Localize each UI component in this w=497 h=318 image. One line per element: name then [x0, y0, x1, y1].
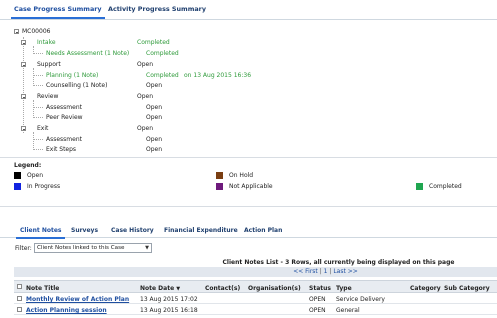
note-title-link[interactable]: Monthly Review of Action Plan [26, 296, 129, 303]
divider [0, 157, 497, 158]
table-header: Note Title Note Date ▼ Contact(s) Organi… [14, 280, 497, 293]
pager-first-link[interactable]: << First [293, 268, 318, 275]
pager: << First | 1 | Last >> [14, 267, 497, 277]
list-info: Client Notes List - 3 Rows, all currentl… [222, 259, 455, 266]
table-row: Action Planning session 13 Aug 2015 16:1… [14, 305, 497, 315]
tree-root-label: MC00006 [22, 28, 51, 35]
column-header-note-date[interactable]: Note Date ▼ [140, 285, 180, 292]
legend-label: Not Applicable [229, 183, 273, 190]
tree-status: Open [146, 146, 163, 153]
tree-status: Open [137, 93, 154, 100]
tab-action-plan[interactable]: Action Plan [244, 227, 282, 234]
tree-status: Open [137, 61, 154, 68]
bottom-tab-bar: Client Notes Surveys Case History Financ… [0, 222, 497, 239]
note-type: General [336, 307, 360, 314]
column-header-label: Note Date [140, 285, 175, 292]
legend-swatch [216, 172, 223, 179]
legend-label: Open [27, 172, 44, 179]
collapse-icon[interactable] [14, 29, 19, 34]
tree-node-exit[interactable]: Exit [37, 124, 48, 133]
note-status: OPEN [309, 307, 326, 314]
collapse-icon[interactable] [21, 126, 26, 131]
tree-status: Completed [146, 72, 179, 79]
collapse-icon[interactable] [21, 40, 26, 45]
tab-surveys[interactable]: Surveys [71, 227, 98, 234]
tree-node-planning[interactable]: Planning (1 Note) [46, 71, 98, 80]
legend-label: Completed [429, 183, 462, 190]
sort-desc-icon: ▼ [176, 286, 181, 292]
tree-node-support[interactable]: Support [37, 60, 61, 69]
legend-label: On Hold [229, 172, 254, 179]
column-header-category[interactable]: Category [410, 285, 441, 292]
column-header-note-title[interactable]: Note Title [26, 285, 59, 292]
tree-status-date: on 13 Aug 2015 16:36 [184, 72, 252, 79]
filter-select-value: Client Notes linked to this Case [37, 245, 125, 251]
tab-case-progress-summary[interactable]: Case Progress Summary [11, 5, 105, 19]
top-tab-bar: Case Progress Summary Activity Progress … [0, 0, 497, 20]
tree-status: Completed [137, 39, 170, 46]
filter-label: Filter: [15, 245, 32, 252]
tree-node-intake[interactable]: Intake [37, 38, 56, 47]
legend-swatch [216, 183, 223, 190]
note-status: OPEN [309, 296, 326, 303]
tree-status: Open [146, 82, 163, 89]
case-progress-tree: MC00006 Intake Completed Needs Assessmen… [0, 24, 497, 156]
note-type: Service Delivery [336, 296, 385, 303]
tree-node-needs-assessment[interactable]: Needs Assessment (1 Note) [46, 49, 129, 58]
collapse-icon[interactable] [21, 94, 26, 99]
tab-activity-progress-summary[interactable]: Activity Progress Summary [108, 5, 206, 13]
legend-swatch [416, 183, 423, 190]
tree-status: Open [146, 114, 163, 121]
divider [0, 206, 497, 207]
tree-node-peer-review[interactable]: Peer Review [46, 113, 83, 122]
tree-status: Completed [146, 50, 179, 57]
tree-node-exit-steps[interactable]: Exit Steps [46, 145, 76, 154]
row-checkbox[interactable] [17, 296, 22, 301]
legend-title: Legend: [14, 162, 42, 169]
tab-case-history[interactable]: Case History [111, 227, 154, 234]
legend-label: In Progress [27, 183, 61, 190]
note-title-link[interactable]: Action Planning session [26, 307, 107, 314]
chevron-down-icon: ▼ [145, 245, 149, 251]
tree-status: Open [146, 136, 163, 143]
tab-financial-expenditure[interactable]: Financial Expenditure [164, 227, 238, 234]
legend-swatch [14, 183, 21, 190]
tree-node-assessment[interactable]: Assessment [46, 103, 82, 112]
legend-swatch [14, 172, 21, 179]
note-date: 13 Aug 2015 17:02 [140, 296, 198, 303]
tree-status: Open [146, 104, 163, 111]
collapse-icon[interactable] [21, 62, 26, 67]
tab-client-notes[interactable]: Client Notes [15, 227, 66, 239]
column-header-type[interactable]: Type [336, 285, 352, 292]
row-checkbox[interactable] [17, 307, 22, 312]
pager-page-number[interactable]: 1 [324, 268, 328, 275]
note-date: 13 Aug 2015 16:18 [140, 307, 198, 314]
column-header-status[interactable]: Status [309, 285, 331, 292]
tree-node-exit-assessment[interactable]: Assessment [46, 135, 82, 144]
tree-node-counselling[interactable]: Counselling (1 Note) [46, 81, 107, 90]
tree-node-review[interactable]: Review [37, 92, 58, 101]
pager-last-link[interactable]: Last >> [333, 268, 357, 275]
tree-status: Open [137, 125, 154, 132]
column-header-organisations[interactable]: Organisation(s) [248, 285, 301, 292]
select-all-checkbox[interactable] [17, 284, 22, 289]
filter-select[interactable]: Client Notes linked to this Case ▼ [34, 243, 152, 253]
column-header-sub-category[interactable]: Sub Category [444, 285, 490, 292]
table-row: Monthly Review of Action Plan 13 Aug 201… [14, 294, 497, 304]
column-header-contacts[interactable]: Contact(s) [205, 285, 240, 292]
